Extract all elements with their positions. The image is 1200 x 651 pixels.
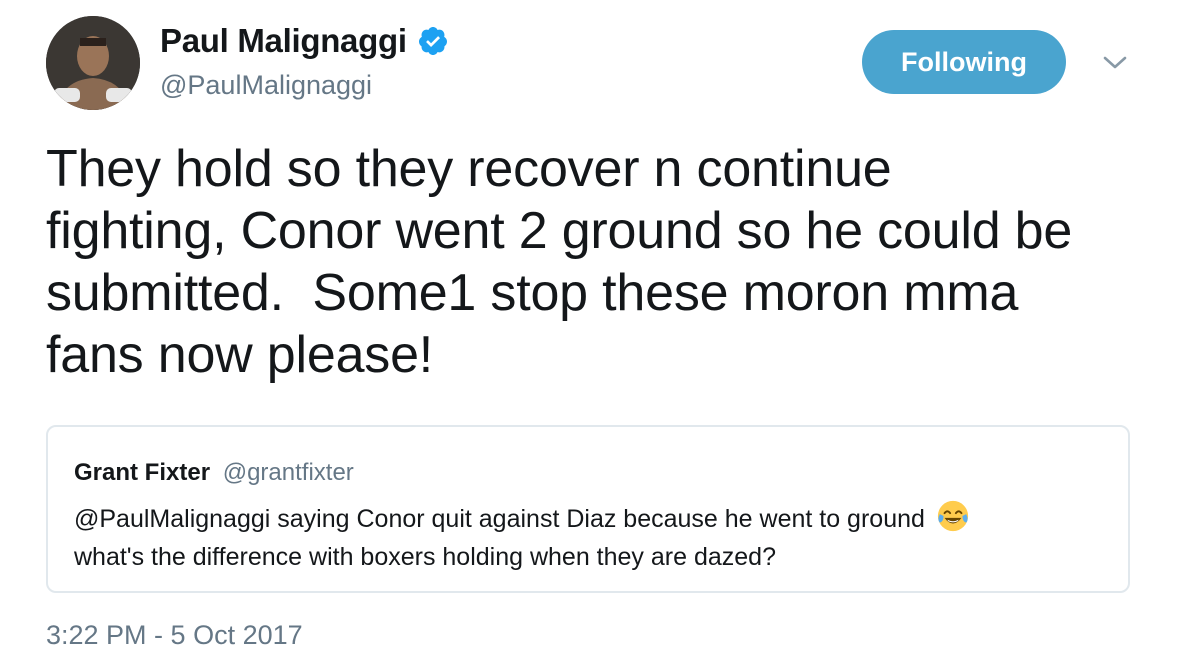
quoted-text-line2: what's the difference with boxers holdin… — [74, 543, 776, 571]
author-avatar[interactable] — [46, 16, 140, 110]
author-name-row: Paul Malignaggi — [160, 22, 449, 60]
quoted-author-name: Grant Fixter — [74, 459, 211, 486]
chevron-down-icon[interactable] — [1100, 50, 1130, 74]
author-display-name[interactable]: Paul Malignaggi — [160, 22, 407, 60]
quoted-tweet-header: Grant Fixter @grantfixter — [74, 459, 354, 487]
quoted-tweet-text: @PaulMalignaggi saying Conor quit agains… — [74, 499, 1084, 576]
quoted-tweet-card[interactable]: Grant Fixter @grantfixter @PaulMalignagg… — [46, 425, 1130, 593]
tweet-text: They hold so they recover n continue fig… — [46, 140, 1073, 384]
face-with-tears-of-joy-icon — [937, 500, 968, 532]
author-handle[interactable]: @PaulMalignaggi — [160, 70, 372, 101]
quoted-text-line1: @PaulMalignaggi saying Conor quit agains… — [74, 505, 925, 533]
quoted-author-handle: @grantfixter — [222, 459, 354, 486]
verified-badge-icon — [418, 27, 447, 55]
following-button[interactable]: Following — [862, 30, 1066, 94]
